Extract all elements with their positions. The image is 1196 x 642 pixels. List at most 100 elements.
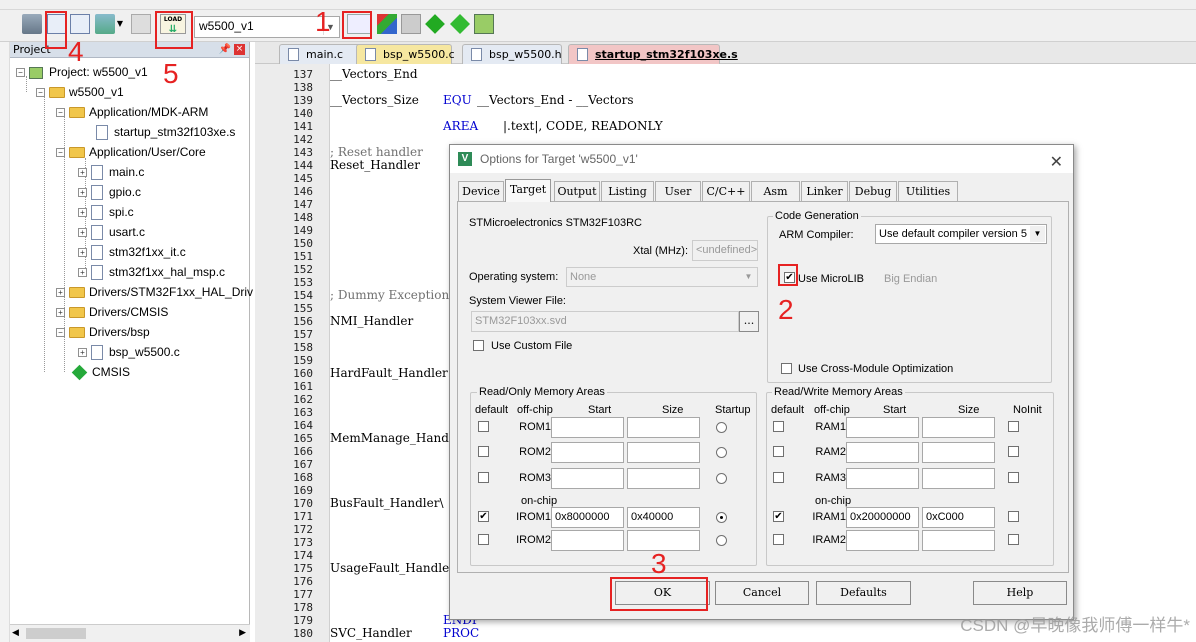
memory-startup-radio[interactable]	[716, 512, 727, 523]
memory-default-checkbox[interactable]	[478, 534, 489, 545]
tree-item-group[interactable]: − Application/User/Core	[56, 142, 206, 162]
collapse-icon[interactable]: −	[56, 148, 65, 158]
memory-noinit-checkbox[interactable]	[1008, 472, 1019, 483]
expand-icon[interactable]: +	[56, 308, 65, 318]
memory-default-checkbox[interactable]	[478, 421, 489, 432]
defaults-button[interactable]: Defaults	[816, 581, 911, 605]
memory-default-checkbox[interactable]	[478, 446, 489, 457]
tab-linker[interactable]: Linker	[801, 181, 848, 201]
tree-item-file[interactable]: + main.c	[78, 162, 144, 182]
chevron-down-icon[interactable]: ▼	[1030, 226, 1045, 242]
expand-icon[interactable]: +	[78, 268, 87, 278]
chevron-down-icon[interactable]: ▼	[741, 269, 756, 285]
memory-startup-radio[interactable]	[716, 422, 727, 433]
memory-start-input[interactable]: 0x20000000	[846, 507, 919, 528]
tab-asm[interactable]: Asm	[751, 181, 800, 201]
svd-browse-button[interactable]: ...	[739, 311, 759, 332]
memory-default-checkbox[interactable]	[773, 446, 784, 457]
xtal-input[interactable]: <undefined>	[692, 240, 758, 261]
memory-size-input[interactable]	[627, 468, 700, 489]
memory-start-input[interactable]	[846, 530, 919, 551]
pack-installer-icon[interactable]	[450, 14, 470, 34]
scroll-right-icon[interactable]: ▶	[239, 628, 246, 638]
batch-build-icon[interactable]	[95, 14, 115, 34]
tab-bsp-w5500-c[interactable]: bsp_w5500.c	[356, 44, 455, 64]
memory-size-input[interactable]	[922, 468, 995, 489]
translate-icon[interactable]	[22, 14, 42, 34]
expand-icon[interactable]: +	[78, 248, 87, 258]
collapse-icon[interactable]: −	[16, 68, 25, 78]
file-extensions-icon[interactable]	[377, 14, 397, 34]
close-icon[interactable]: ✕	[1050, 149, 1063, 177]
chevron-down-icon[interactable]: ▼	[116, 14, 124, 34]
memory-start-input[interactable]	[551, 417, 624, 438]
tab-listing[interactable]: Listing	[601, 181, 654, 201]
pin-icon[interactable]: 📌	[219, 42, 231, 58]
tab-target[interactable]: Target	[505, 179, 551, 202]
memory-size-input[interactable]	[922, 417, 995, 438]
memory-startup-radio[interactable]	[716, 535, 727, 546]
tree-item-file[interactable]: + gpio.c	[78, 182, 141, 202]
tab-utilities[interactable]: Utilities	[898, 181, 958, 201]
tree-item-target[interactable]: − w5500_v1	[36, 82, 124, 102]
memory-start-input[interactable]	[551, 530, 624, 551]
stop-build-icon[interactable]	[131, 14, 151, 34]
memory-default-checkbox[interactable]	[773, 534, 784, 545]
close-icon[interactable]: ×	[234, 44, 245, 55]
tree-item-file[interactable]: + stm32f1xx_hal_msp.c	[78, 262, 225, 282]
memory-start-input[interactable]	[846, 417, 919, 438]
tree-item-group[interactable]: − Drivers/bsp	[56, 322, 150, 342]
svd-input[interactable]: STM32F103xx.svd	[471, 311, 739, 332]
memory-size-input[interactable]	[922, 442, 995, 463]
memory-size-input[interactable]: 0x40000	[627, 507, 700, 528]
horizontal-scrollbar[interactable]: ◀ ▶	[10, 624, 250, 642]
collapse-icon[interactable]: −	[56, 108, 65, 118]
tree-item-file[interactable]: startup_stm32f103xe.s	[96, 122, 235, 142]
tree-item-component[interactable]: CMSIS	[71, 362, 130, 382]
expand-icon[interactable]: +	[78, 348, 87, 358]
expand-icon[interactable]: +	[78, 208, 87, 218]
memory-start-input[interactable]: 0x8000000	[551, 507, 624, 528]
tab-user[interactable]: User	[655, 181, 701, 201]
memory-startup-radio[interactable]	[716, 473, 727, 484]
memory-default-checkbox[interactable]	[773, 421, 784, 432]
expand-icon[interactable]: +	[78, 168, 87, 178]
memory-default-checkbox[interactable]: ✔	[773, 511, 784, 522]
scrollbar-thumb[interactable]	[26, 628, 86, 639]
memory-default-checkbox[interactable]	[773, 472, 784, 483]
tab-c-cpp[interactable]: C/C++	[702, 181, 750, 201]
memory-noinit-checkbox[interactable]	[1008, 534, 1019, 545]
memory-noinit-checkbox[interactable]	[1008, 511, 1019, 522]
select-packs-icon[interactable]	[425, 14, 445, 34]
memory-size-input[interactable]	[627, 442, 700, 463]
memory-noinit-checkbox[interactable]	[1008, 446, 1019, 457]
tab-debug[interactable]: Debug	[849, 181, 897, 201]
tree-item-file[interactable]: + bsp_w5500.c	[78, 342, 180, 362]
memory-start-input[interactable]	[846, 442, 919, 463]
memory-default-checkbox[interactable]: ✔	[478, 511, 489, 522]
memory-size-input[interactable]	[627, 417, 700, 438]
rebuild-icon[interactable]	[70, 14, 90, 34]
scroll-left-icon[interactable]: ◀	[12, 628, 19, 638]
memory-noinit-checkbox[interactable]	[1008, 421, 1019, 432]
cancel-button[interactable]: Cancel	[715, 581, 809, 605]
os-select[interactable]: None ▼	[566, 267, 758, 287]
tree-item-group[interactable]: + Drivers/CMSIS	[56, 302, 168, 322]
tab-device[interactable]: Device	[458, 181, 504, 201]
expand-icon[interactable]: +	[78, 228, 87, 238]
arm-compiler-select[interactable]: Use default compiler version 5 ▼	[875, 224, 1047, 244]
tree-item-file[interactable]: + spi.c	[78, 202, 134, 222]
run-time-environment-icon[interactable]	[474, 14, 494, 34]
tab-bsp-w5500-h[interactable]: bsp_w5500.h	[462, 44, 562, 64]
expand-icon[interactable]: +	[56, 288, 65, 298]
collapse-icon[interactable]: −	[36, 88, 45, 98]
cross-module-checkbox[interactable]	[781, 363, 792, 374]
tab-startup-s[interactable]: startup_stm32f103xe.s	[568, 44, 738, 64]
help-button[interactable]: Help	[973, 581, 1067, 605]
collapse-icon[interactable]: −	[56, 328, 65, 338]
tree-item-file[interactable]: + usart.c	[78, 222, 145, 242]
memory-size-input[interactable]	[922, 530, 995, 551]
use-custom-file-checkbox[interactable]	[473, 340, 484, 351]
expand-icon[interactable]: +	[78, 188, 87, 198]
tree-item-file[interactable]: + stm32f1xx_it.c	[78, 242, 186, 262]
